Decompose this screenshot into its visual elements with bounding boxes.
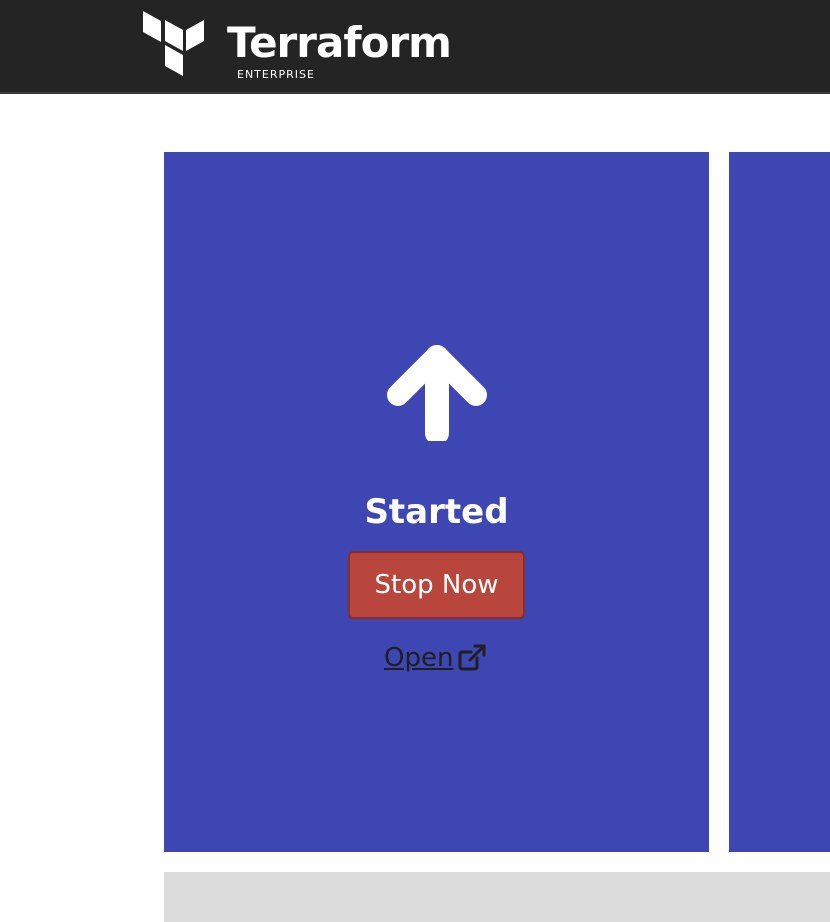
brand-subtitle: ENTERPRISE	[237, 68, 315, 81]
open-link-label: Open	[384, 643, 454, 673]
stop-now-button[interactable]: Stop Now	[348, 551, 525, 619]
footer-bar	[164, 872, 830, 922]
brand-name: Terraform	[227, 18, 452, 67]
open-link[interactable]: Open	[384, 641, 487, 675]
arrow-up-icon	[387, 345, 487, 441]
terraform-enterprise-logo[interactable]: Terraform ENTERPRISE	[143, 11, 452, 83]
external-link-icon	[458, 644, 486, 671]
terraform-logo-icon	[143, 11, 204, 76]
status-label: Started	[364, 492, 509, 532]
top-nav-bar: Terraform ENTERPRISE	[0, 0, 830, 94]
workspace-card-next	[729, 152, 830, 852]
